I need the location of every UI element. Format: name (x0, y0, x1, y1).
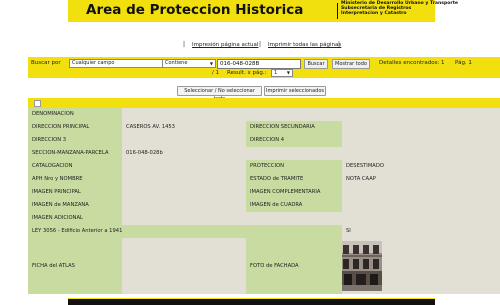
label-foto-fachada: FOTO de FACHADA (246, 238, 342, 294)
value-estado-tramite: NOTA CAAP (342, 173, 500, 186)
value-aph (122, 173, 246, 186)
label-imagen-complementaria: IMAGEN COMPLEMENTARIA (246, 186, 342, 199)
value-catalogacion (122, 160, 246, 173)
link-separator: | (183, 41, 186, 48)
label-ley-3056: LEY 3056 - Edificio Anterior a 1941 (28, 225, 342, 238)
record-header (28, 98, 500, 108)
header-banner: Area de Proteccion Historica Ministerio … (68, 0, 497, 22)
value-imagen-principal (122, 186, 246, 199)
label-proteccion: PROTECCION (246, 160, 342, 173)
ba-logo: BA (468, 1, 500, 20)
per-page-value: 1 (274, 70, 278, 76)
facade-photo-image (342, 241, 382, 291)
search-bar: Buscar por Cualquier campo ▼ Contiene ▼ … (28, 57, 500, 78)
header-divider (337, 3, 338, 19)
value-ley-3056: SI (342, 225, 500, 238)
label-direccion-principal: DIRECCION PRINCIPAL (28, 121, 122, 134)
link-separator: | (259, 41, 262, 48)
link-separator: | (338, 41, 341, 48)
label-imagen-cuadra: IMAGEN de CUADRA (246, 199, 342, 212)
show-all-button[interactable]: Mostrar todo (332, 59, 370, 69)
value-imagen-cuadra (342, 199, 500, 212)
per-page-label: Result. x pág.: (227, 70, 267, 76)
search-field-value: Cualquier campo (72, 60, 115, 66)
value-direccion-principal: CASEROS AV. 1453 (122, 121, 246, 134)
value-smp: 016-048-028b (122, 147, 500, 160)
label-catalogacion: CATALOGACION (28, 160, 122, 173)
chevron-down-icon: ▼ (286, 70, 290, 75)
label-imagen-principal: IMAGEN PRINCIPAL (28, 186, 122, 199)
page-title: Area de Proteccion Historica (86, 2, 304, 18)
value-ficha-atlas (122, 238, 246, 294)
ministry-text: Ministerio de Desarrollo Urbano y Transp… (341, 1, 458, 16)
print-all-link[interactable]: Imprimir todas las páginas (268, 42, 341, 48)
print-links: | Impresión página actual | Imprimir tod… (0, 41, 500, 51)
value-direccion-4 (342, 134, 500, 147)
value-imagen-adicional (122, 212, 500, 225)
per-page-select[interactable]: 1 ▼ (271, 69, 293, 77)
chevron-down-icon: ▼ (209, 61, 213, 66)
operator-select[interactable]: Contiene ▼ (162, 59, 216, 68)
ba-logo-bar (468, 3, 472, 19)
label-smp: SECCION-MANZANA-PARCELA (28, 147, 122, 160)
label-direccion-4: DIRECCION 4 (246, 134, 342, 147)
footer-bar (68, 299, 435, 305)
label-imagen-manzana: IMAGEN de MANZANA (28, 199, 122, 212)
operator-value: Contiene (165, 60, 188, 66)
search-button[interactable]: Buscar (304, 59, 328, 69)
ba-logo-text: BA (473, 1, 497, 20)
search-input[interactable]: 016-048-028B (217, 59, 301, 69)
value-denominacion (122, 108, 500, 121)
label-imagen-adicional: IMAGEN ADICIONAL (28, 212, 122, 225)
label-direccion-3: DIRECCION 3 (28, 134, 122, 147)
value-imagen-complementaria (342, 186, 500, 199)
print-selected-button[interactable]: Imprimir seleccionados (264, 86, 326, 96)
facade-photo[interactable] (342, 241, 382, 291)
ministry-line-3: Interpretacion y Catastro (341, 11, 407, 16)
value-imagen-manzana (122, 199, 246, 212)
value-proteccion: DESESTIMADO (342, 160, 500, 173)
select-all-button[interactable]: Seleccionar / No seleccionar todo (177, 86, 262, 102)
results-count: Detalles encontrados: 1 (379, 60, 445, 66)
record-checkbox[interactable] (34, 100, 41, 107)
label-estado-tramite: ESTADO de TRAMITE (246, 173, 342, 186)
print-page-link[interactable]: Impresión página actual (192, 42, 258, 48)
value-direccion-secundaria (342, 121, 500, 134)
page-total: / 1 (212, 70, 220, 76)
label-ficha-atlas: FICHA del ATLAS (28, 238, 122, 294)
label-aph: APH Nro y NOMBRE (28, 173, 122, 186)
label-direccion-secundaria: DIRECCION SECUNDARIA (246, 121, 342, 134)
value-direccion-3 (122, 134, 246, 147)
page-indicator: Pág. 1 (455, 60, 472, 66)
search-by-label: Buscar por (31, 60, 61, 66)
label-denominacion: DENOMINACION (28, 108, 122, 121)
value-foto-fachada (342, 238, 500, 294)
